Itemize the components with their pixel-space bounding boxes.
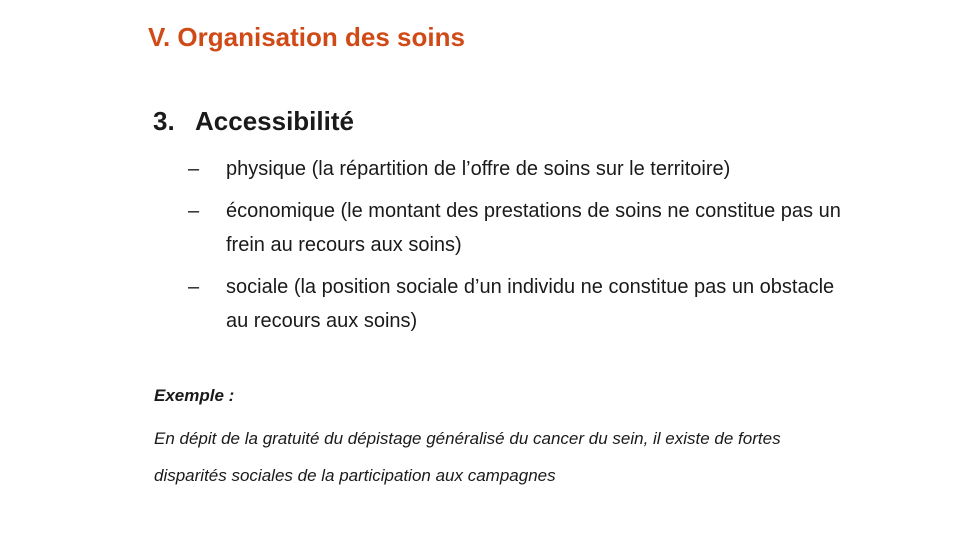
example-text: En dépit de la gratuité du dépistage gén… xyxy=(154,429,781,485)
slide-title: V. Organisation des soins xyxy=(148,22,465,52)
bullet-text: économique (le montant des prestations d… xyxy=(226,200,841,256)
bullet-text: sociale (la position sociale d’un indivi… xyxy=(226,276,835,332)
example-label: Exemple : xyxy=(154,386,235,405)
bullet-text: physique (la répartition de l’offre de s… xyxy=(226,158,731,180)
bullet-dash: – xyxy=(188,158,200,180)
bullet-dash: – xyxy=(188,200,200,222)
section-heading-text: Accessibilité xyxy=(195,106,354,136)
bullet-dash: – xyxy=(188,276,200,298)
section-number: 3. xyxy=(153,106,175,136)
section-heading: 3. Accessibilité xyxy=(153,106,354,137)
bullet-list: – physique (la répartition de l’offre de… xyxy=(188,152,848,346)
bullet-item-physique: – physique (la répartition de l’offre de… xyxy=(188,152,848,186)
bullet-item-sociale: – sociale (la position sociale d’un indi… xyxy=(188,270,848,338)
bullet-item-economique: – économique (le montant des prestations… xyxy=(188,194,848,262)
